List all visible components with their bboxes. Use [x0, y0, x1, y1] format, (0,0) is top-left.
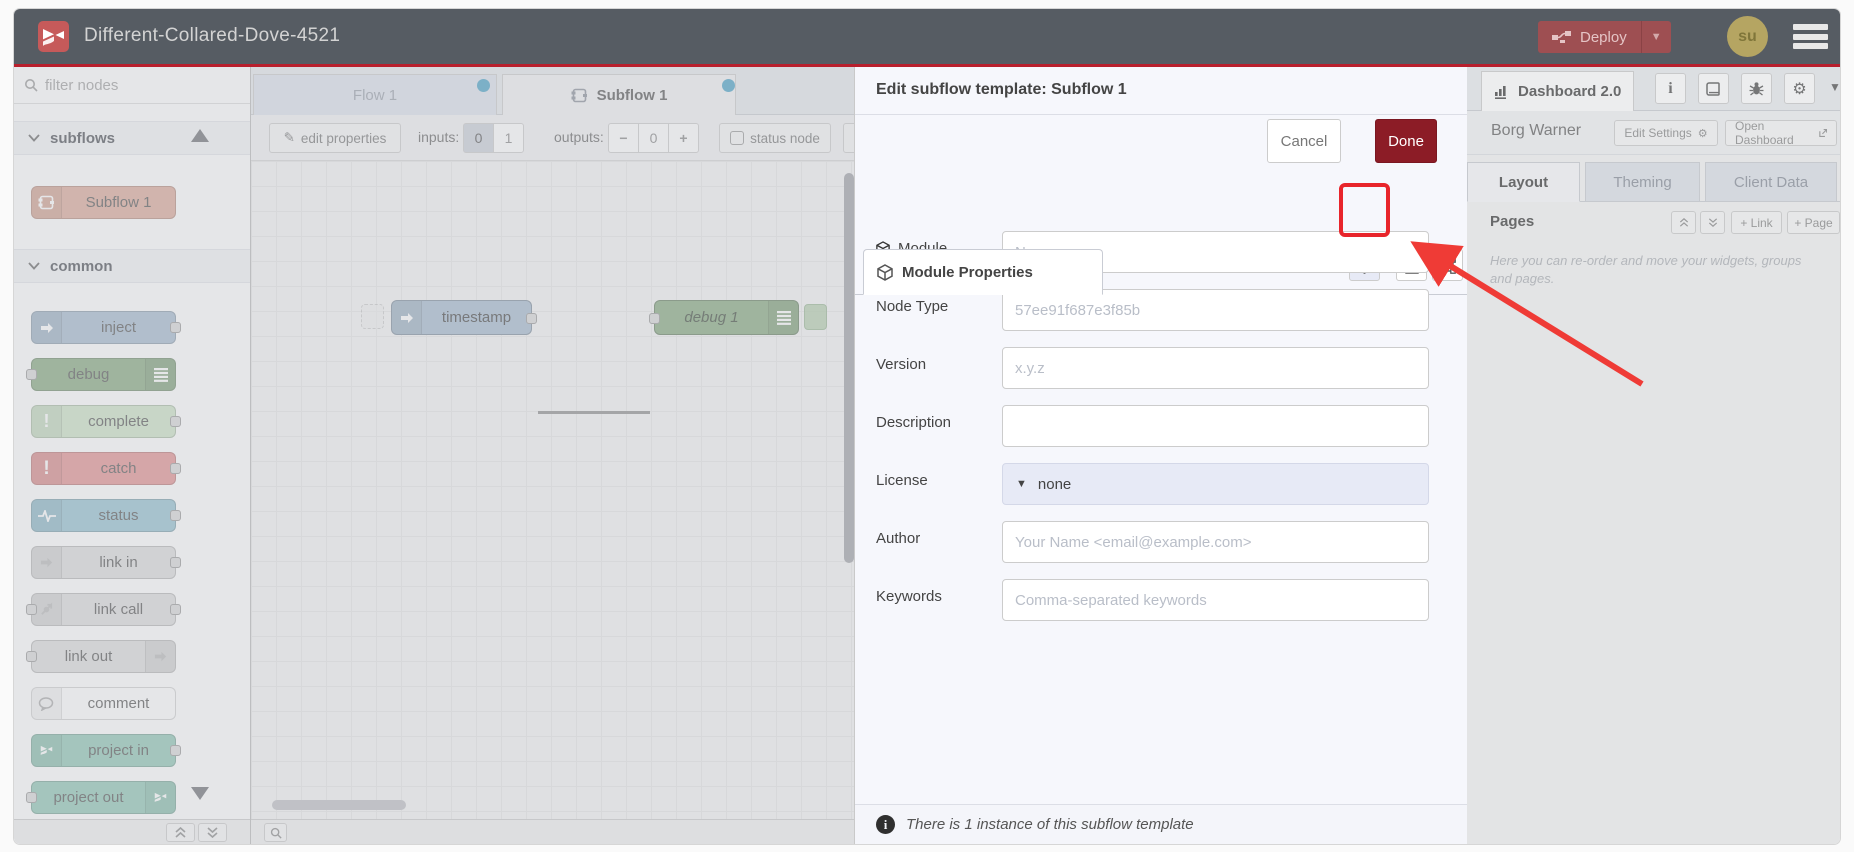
license-field-label: License [876, 472, 928, 489]
keywords-input[interactable] [1002, 579, 1429, 621]
object-group-icon [1439, 256, 1456, 274]
license-dropdown[interactable]: ▼ none [1002, 463, 1429, 505]
node-type-field-label: Node Type [876, 298, 949, 315]
deploy-icon [1552, 30, 1572, 44]
dialog-header: Edit subflow template: Subflow 1 [855, 67, 1467, 115]
header-red-line [14, 64, 1840, 67]
workspace-shade-overlay [14, 67, 854, 844]
node-red-app-window: Different-Collared-Dove-4521 Deploy ▼ su [13, 8, 1841, 845]
version-input[interactable] [1002, 347, 1429, 389]
author-field-label: Author [876, 530, 921, 547]
dialog-footer: i There is 1 instance of this subflow te… [855, 804, 1467, 844]
done-button[interactable]: Done [1375, 119, 1437, 163]
deploy-label: Deploy [1580, 28, 1627, 46]
user-avatar[interactable]: su [1727, 16, 1768, 57]
description-field-label: Description [876, 414, 952, 431]
version-field-label: Version [876, 356, 927, 373]
info-icon: i [876, 815, 895, 834]
annotation-highlight-box [1339, 183, 1390, 237]
caret-down-icon: ▼ [1016, 478, 1027, 490]
author-input[interactable] [1002, 521, 1429, 563]
main-menu-button[interactable] [1793, 24, 1828, 49]
cancel-button[interactable]: Cancel [1267, 119, 1341, 163]
dialog-title: Edit subflow template: Subflow 1 [876, 81, 1127, 98]
workspace-title: Different-Collared-Dove-4521 [84, 25, 341, 46]
node-type-input[interactable] [1002, 289, 1429, 331]
deploy-dropdown-caret[interactable]: ▼ [1642, 31, 1671, 43]
description-input[interactable] [1002, 405, 1429, 447]
cube-icon [877, 263, 893, 281]
instance-count-text: There is 1 instance of this subflow temp… [906, 816, 1194, 833]
app-header: Different-Collared-Dove-4521 Deploy ▼ su [14, 9, 1840, 64]
sidebar-shade-overlay [1467, 67, 1840, 844]
module-properties-tab[interactable]: Module Properties [863, 249, 1103, 295]
deploy-button[interactable]: Deploy ▼ [1538, 21, 1671, 53]
appearance-tab-button[interactable] [1432, 249, 1463, 281]
node-red-logo-icon [38, 21, 69, 52]
keywords-field-label: Keywords [876, 588, 942, 605]
